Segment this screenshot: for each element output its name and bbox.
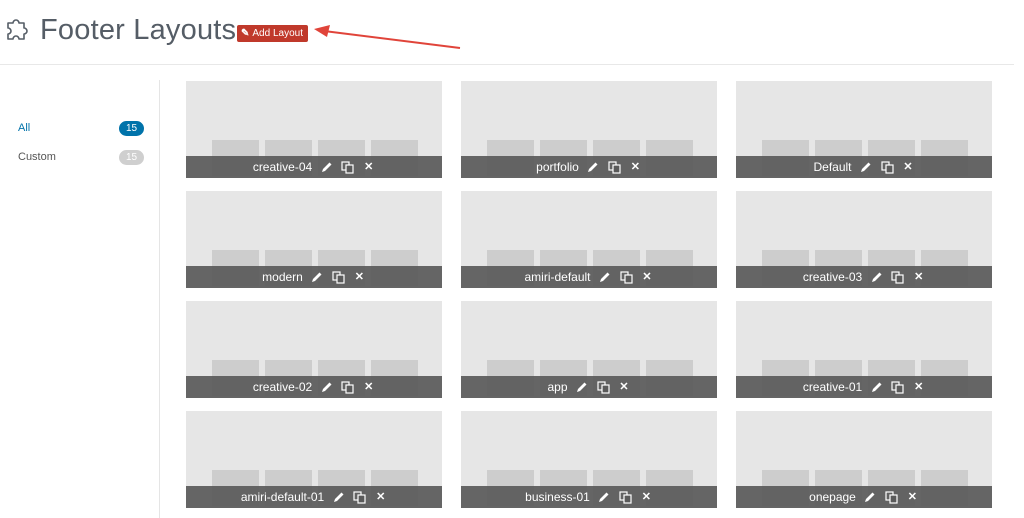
count-badge: 15 (119, 149, 144, 165)
delete-icon[interactable]: ✕ (618, 381, 631, 394)
layout-card-toolbar: business-01 ✕ (461, 486, 717, 508)
edit-icon[interactable] (320, 161, 333, 174)
duplicate-icon[interactable] (353, 490, 366, 504)
edit-icon[interactable] (870, 381, 883, 394)
page-header: Footer Layouts ✎ Add Layout (0, 0, 1024, 65)
page-title: Footer Layouts (40, 14, 237, 46)
duplicate-icon[interactable] (332, 270, 345, 284)
duplicate-icon[interactable] (341, 380, 354, 394)
filter-sidebar: All 15 Custom 15 (0, 80, 160, 518)
filter-all[interactable]: All 15 (18, 120, 144, 136)
layout-card-toolbar: creative-02 ✕ (186, 376, 442, 398)
edit-icon[interactable] (576, 381, 589, 394)
layout-card[interactable]: amiri-default ✕ (461, 191, 717, 288)
count-badge: 15 (119, 120, 144, 136)
puzzle-icon (2, 14, 34, 46)
layout-card[interactable]: app ✕ (461, 301, 717, 398)
duplicate-icon[interactable] (885, 490, 898, 504)
layout-card-toolbar: Default ✕ (736, 156, 992, 178)
layout-card[interactable]: modern ✕ (186, 191, 442, 288)
layout-grid: creative-04 ✕ portfolio ✕ Default ✕ mode… (186, 81, 996, 508)
header-divider (0, 64, 1014, 65)
layout-card-toolbar: amiri-default-01 ✕ (186, 486, 442, 508)
duplicate-icon[interactable] (880, 160, 894, 174)
edit-icon[interactable] (870, 271, 883, 284)
layout-card[interactable]: portfolio ✕ (461, 81, 717, 178)
layout-card[interactable]: amiri-default-01 ✕ (186, 411, 442, 508)
layout-card[interactable]: creative-01 ✕ (736, 301, 992, 398)
layout-name: onepage (809, 490, 856, 504)
delete-icon[interactable]: ✕ (912, 271, 925, 284)
layout-card[interactable]: onepage ✕ (736, 411, 992, 508)
layout-name: creative-01 (802, 380, 863, 394)
layout-name: amiri-default (524, 270, 591, 284)
layout-card-toolbar: modern ✕ (186, 266, 442, 288)
duplicate-icon[interactable] (341, 160, 354, 174)
duplicate-icon[interactable] (891, 380, 904, 394)
add-layout-button[interactable]: ✎ Add Layout (237, 25, 308, 42)
delete-icon[interactable]: ✕ (902, 161, 915, 174)
delete-icon[interactable]: ✕ (362, 381, 375, 394)
duplicate-icon[interactable] (619, 270, 633, 284)
delete-icon[interactable]: ✕ (906, 491, 919, 504)
layout-card-toolbar: onepage ✕ (736, 486, 992, 508)
layout-card[interactable]: business-01 ✕ (461, 411, 717, 508)
filter-label: Custom (18, 151, 56, 163)
layout-name: Default (813, 160, 852, 174)
layout-card-toolbar: creative-03 ✕ (736, 266, 992, 288)
layout-card[interactable]: creative-02 ✕ (186, 301, 442, 398)
layout-card[interactable]: Default ✕ (736, 81, 992, 178)
duplicate-icon[interactable] (891, 270, 904, 284)
duplicate-icon[interactable] (619, 490, 632, 504)
layout-name: amiri-default-01 (240, 490, 325, 504)
layout-name: portfolio (536, 160, 579, 174)
layout-card[interactable]: creative-03 ✕ (736, 191, 992, 288)
duplicate-icon[interactable] (608, 160, 621, 174)
edit-icon[interactable] (332, 491, 345, 504)
layout-name: creative-03 (802, 270, 863, 284)
plus-icon: ✎ (241, 28, 250, 39)
layout-card-toolbar: portfolio ✕ (461, 156, 717, 178)
layout-card-toolbar: amiri-default ✕ (461, 266, 717, 288)
filter-label: All (18, 122, 31, 134)
edit-icon[interactable] (311, 271, 324, 284)
delete-icon[interactable]: ✕ (912, 381, 925, 394)
delete-icon[interactable]: ✕ (640, 491, 653, 504)
delete-icon[interactable]: ✕ (629, 161, 642, 174)
layout-card-toolbar: creative-04 ✕ (186, 156, 442, 178)
edit-icon[interactable] (599, 271, 612, 284)
layout-card-toolbar: app ✕ (461, 376, 717, 398)
layout-name: business-01 (525, 490, 590, 504)
annotation-arrow-icon (314, 25, 461, 49)
layout-name: creative-02 (252, 380, 313, 394)
edit-icon[interactable] (598, 491, 611, 504)
delete-icon[interactable]: ✕ (641, 271, 654, 284)
edit-icon[interactable] (860, 161, 873, 174)
duplicate-icon[interactable] (596, 380, 610, 394)
layout-card[interactable]: creative-04 ✕ (186, 81, 442, 178)
layout-name: app (547, 380, 568, 394)
delete-icon[interactable]: ✕ (374, 491, 387, 504)
filter-custom[interactable]: Custom 15 (18, 149, 144, 165)
layout-name: modern (262, 270, 303, 284)
edit-icon[interactable] (587, 161, 600, 174)
edit-icon[interactable] (320, 381, 333, 394)
delete-icon[interactable]: ✕ (353, 271, 366, 284)
add-layout-label: Add Layout (252, 28, 303, 39)
delete-icon[interactable]: ✕ (362, 161, 375, 174)
layout-card-toolbar: creative-01 ✕ (736, 376, 992, 398)
edit-icon[interactable] (864, 491, 877, 504)
layout-name: creative-04 (252, 160, 313, 174)
